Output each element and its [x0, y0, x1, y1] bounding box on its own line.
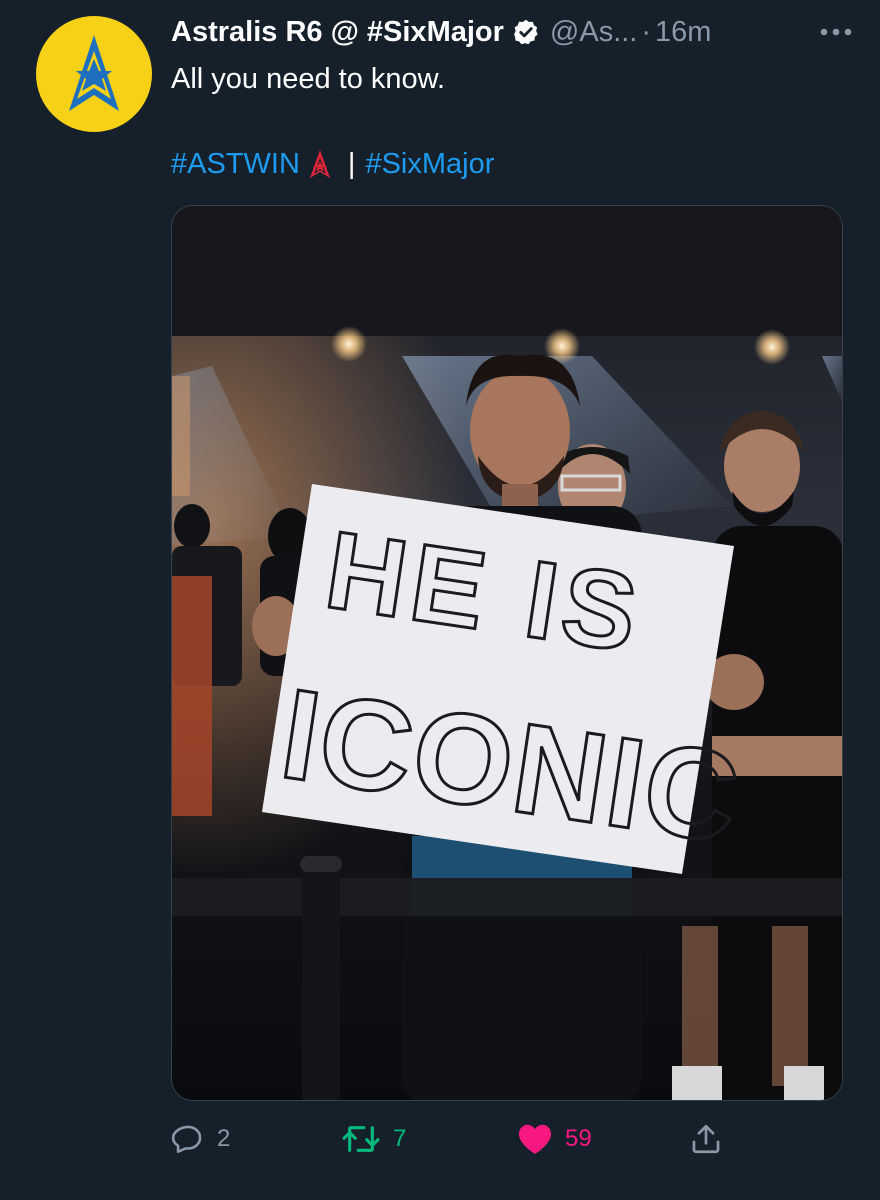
- more-icon: [820, 28, 852, 36]
- hashtag-line: #ASTWIN | #SixMajor: [171, 144, 494, 184]
- retweet-count: 7: [393, 1125, 407, 1152]
- share-button[interactable]: [689, 1112, 723, 1166]
- retweet-icon: [342, 1126, 380, 1152]
- verified-badge-icon: [514, 19, 538, 45]
- tweet-header: Astralis R6 @ #SixMajor @As... · 16m: [171, 14, 860, 50]
- astralis-logo-icon: [69, 35, 119, 111]
- photo-illustration: HE IS ICONIC: [172, 206, 842, 1100]
- tweet-image[interactable]: HE IS ICONIC: [171, 205, 843, 1101]
- like-icon: [518, 1124, 552, 1154]
- reply-button[interactable]: 2: [171, 1112, 230, 1166]
- timestamp[interactable]: 16m: [655, 16, 711, 49]
- astralis-emoji-icon: [309, 150, 330, 178]
- like-button[interactable]: 59: [517, 1112, 592, 1166]
- handle[interactable]: @As...: [550, 16, 637, 49]
- avatar[interactable]: [36, 16, 152, 132]
- tweet-actions: 2 7 59: [171, 1112, 843, 1166]
- tweet-text: All you need to know.: [171, 63, 446, 95]
- share-icon: [692, 1124, 720, 1154]
- more-button[interactable]: [816, 14, 856, 50]
- display-name[interactable]: Astralis R6 @ #SixMajor: [171, 16, 504, 49]
- hashtag-astwin[interactable]: #ASTWIN: [171, 144, 300, 184]
- reply-icon: [171, 1125, 202, 1154]
- like-count: 59: [565, 1125, 592, 1152]
- retweet-button[interactable]: 7: [341, 1112, 406, 1166]
- reply-count: 2: [217, 1125, 231, 1152]
- hashtag-separator: |: [347, 148, 356, 180]
- hashtag-sixmajor[interactable]: #SixMajor: [365, 144, 494, 184]
- separator-dot: ·: [641, 15, 652, 48]
